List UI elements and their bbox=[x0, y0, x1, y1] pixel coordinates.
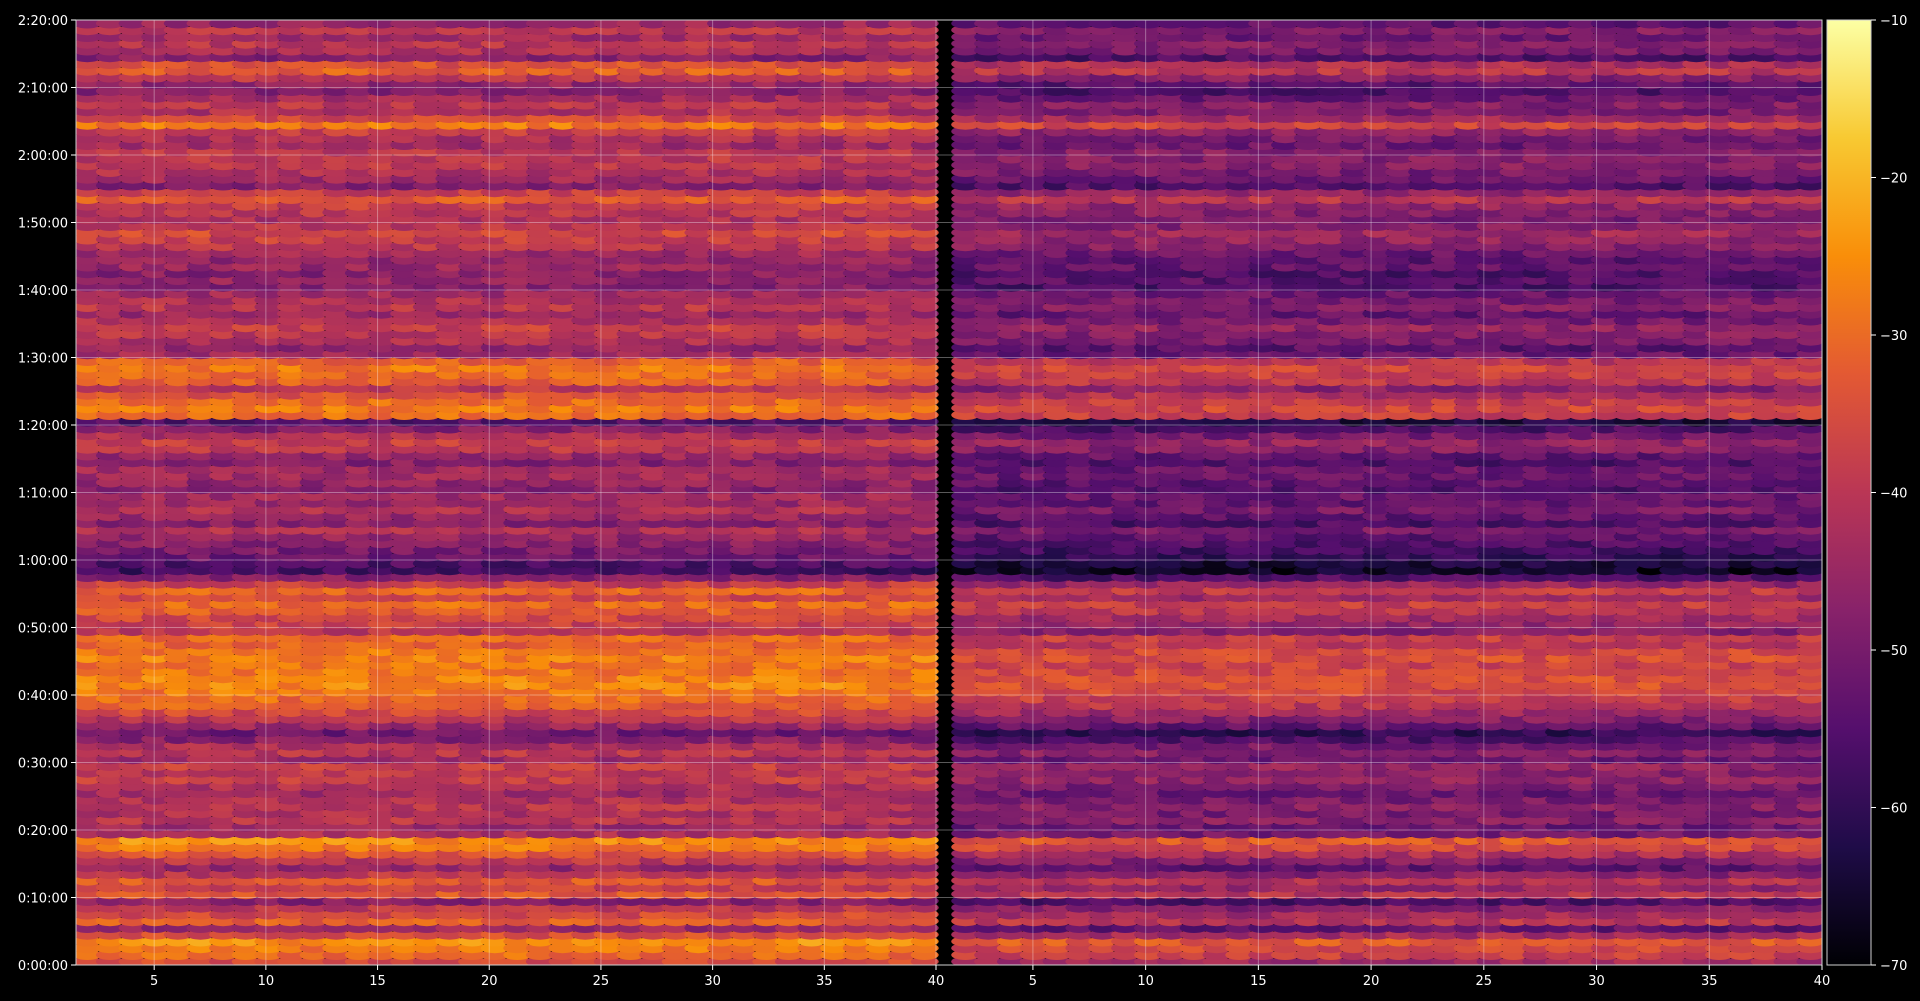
heatmap-chart: 5 10 15 20 25 30 35 40 5 10 15 20 25 30 35 40 0:00:000:… bbox=[18, 14, 1908, 989]
